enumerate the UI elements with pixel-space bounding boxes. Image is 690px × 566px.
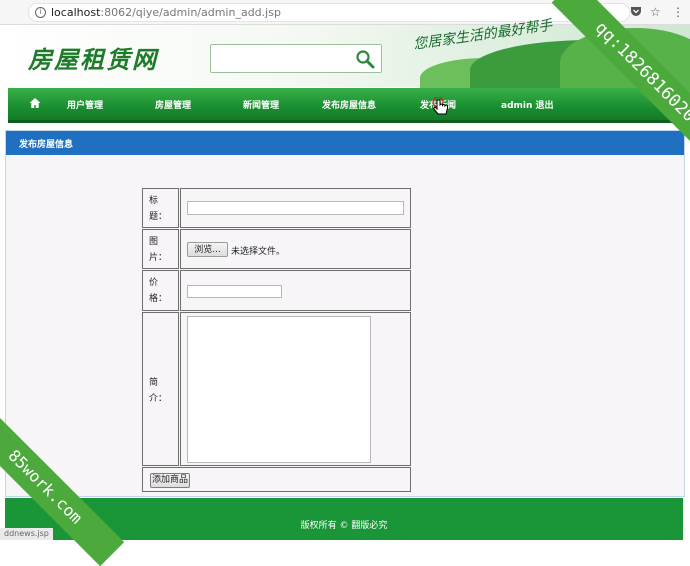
info-icon[interactable]: i [35, 7, 46, 18]
search-box[interactable] [210, 44, 382, 73]
hand-cursor-icon [432, 97, 448, 115]
title-label: 标题： [149, 196, 168, 222]
browse-button[interactable]: 浏览... [187, 242, 228, 257]
home-icon[interactable] [29, 97, 41, 109]
pocket-icon[interactable] [630, 5, 642, 20]
panel-header: 发布房屋信息 [6, 131, 684, 155]
image-label: 图片： [149, 237, 168, 263]
panel-title: 发布房屋信息 [19, 140, 74, 150]
form-label-cell: 简介： [142, 312, 179, 466]
main-nav: 用户管理 房屋管理 新闻管理 发布房屋信息 发布新闻 admin 退出 [8, 88, 682, 123]
nav-item-logout[interactable]: admin 退出 [501, 98, 554, 111]
price-input[interactable] [187, 285, 282, 298]
form-label-cell: 价格： [142, 270, 179, 311]
status-bar-link: ddnews.jsp [0, 528, 53, 540]
nav-item-houses[interactable]: 房屋管理 [155, 98, 191, 111]
no-file-text: 未选择文件。 [231, 247, 286, 257]
form-label-cell: 图片： [142, 229, 179, 269]
nav-item-post-house[interactable]: 发布房屋信息 [322, 98, 376, 111]
nav-item-news[interactable]: 新闻管理 [243, 98, 279, 111]
title-input[interactable] [187, 201, 404, 215]
nav-item-users[interactable]: 用户管理 [67, 98, 103, 111]
site-logo[interactable]: 房屋租赁网 [28, 40, 158, 75]
menu-icon[interactable]: ⋮ [672, 5, 684, 19]
url-text[interactable]: localhost:8062/qiye/admin/admin_add.jsp [51, 6, 281, 19]
price-label: 价格： [149, 278, 168, 304]
search-icon[interactable] [355, 49, 375, 69]
search-input[interactable] [214, 48, 348, 69]
star-icon[interactable]: ☆ [650, 5, 661, 19]
submit-button[interactable]: 添加商品 [150, 473, 190, 488]
form-label-cell: 标题： [142, 188, 179, 228]
intro-textarea[interactable] [187, 316, 371, 463]
intro-label: 简介： [149, 378, 168, 404]
